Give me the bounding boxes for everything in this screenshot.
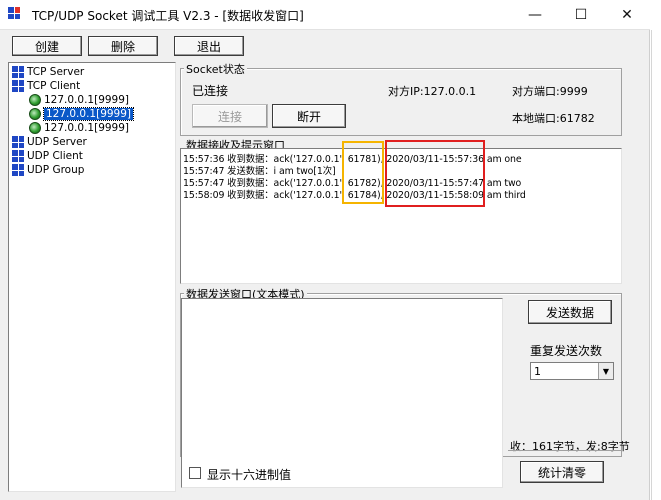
tree-item-label: UDP Client: [27, 150, 83, 162]
tree-item-label: TCP Client: [27, 80, 81, 92]
port-highlight-box: [342, 141, 384, 204]
disconnect-button[interactable]: 断开: [272, 104, 346, 128]
window-title: TCP/UDP Socket 调试工具 V2.3 - [数据收发窗口]: [32, 9, 304, 23]
maximize-icon: ☐: [574, 7, 588, 23]
chevron-down-icon[interactable]: ▼: [598, 363, 613, 379]
connection-globe-icon: [29, 108, 41, 120]
connection-tree[interactable]: TCP Server TCP Client 127.0.0.1[9999] 12…: [8, 62, 176, 492]
tree-item-tcp-client[interactable]: TCP Client: [12, 79, 80, 93]
app-icon: [8, 7, 20, 19]
close-icon: ✕: [621, 7, 633, 23]
remote-port: 对方端口:9999: [512, 85, 588, 98]
repeat-count-select[interactable]: 1 ▼: [530, 362, 614, 380]
network-grid-icon: [12, 136, 24, 148]
hex-display-checkbox[interactable]: [189, 467, 201, 479]
close-button[interactable]: ✕: [604, 0, 650, 30]
log-line: 15:57:47 发送数据：i am two[1次]: [183, 166, 336, 177]
tree-item-label: UDP Server: [27, 136, 87, 148]
repeat-count-label: 重复发送次数: [530, 344, 603, 358]
tree-item-label: 127.0.0.1[9999]: [44, 122, 130, 134]
delete-button[interactable]: 删除: [88, 36, 158, 56]
network-grid-icon: [12, 164, 24, 176]
connect-button[interactable]: 连接: [192, 104, 268, 128]
tree-item-label: TCP Server: [27, 66, 85, 78]
send-data-button[interactable]: 发送数据: [528, 300, 612, 324]
tree-item-tcp-server[interactable]: TCP Server: [12, 65, 84, 79]
tree-item-label: 127.0.0.1[9999]: [44, 94, 130, 106]
socket-status-title: Socket状态: [184, 61, 247, 77]
stats-divider: [508, 450, 622, 451]
tree-item-connection-2[interactable]: 127.0.0.1[9999]: [29, 107, 135, 121]
tree-item-connection-1[interactable]: 127.0.0.1[9999]: [29, 93, 129, 107]
tree-item-label-selected: 127.0.0.1[9999]: [42, 107, 135, 121]
network-grid-icon: [12, 80, 24, 92]
clear-stats-button[interactable]: 统计清零: [520, 461, 604, 483]
network-grid-icon: [12, 66, 24, 78]
connection-state: 已连接: [192, 84, 229, 98]
network-grid-icon: [12, 150, 24, 162]
maximize-button[interactable]: ☐: [558, 0, 604, 30]
minimize-icon: —: [528, 7, 542, 23]
background-window-edge: [651, 30, 661, 500]
app-window: TCP/UDP Socket 调试工具 V2.3 - [数据收发窗口] — ☐ …: [0, 0, 650, 500]
title-bar[interactable]: TCP/UDP Socket 调试工具 V2.3 - [数据收发窗口] — ☐ …: [0, 0, 650, 30]
create-button[interactable]: 创建: [12, 36, 82, 56]
repeat-count-value: 1: [534, 365, 541, 378]
send-textarea[interactable]: [181, 298, 503, 488]
hex-display-label: 显示十六进制值: [207, 468, 292, 482]
local-port: 本地端口:61782: [512, 112, 595, 125]
connection-globe-icon: [29, 122, 41, 134]
timestamp-highlight-box: [385, 140, 485, 207]
tree-item-udp-group[interactable]: UDP Group: [12, 163, 84, 177]
minimize-button[interactable]: —: [512, 0, 558, 30]
byte-stats: 收：161字节，发:8字节: [510, 440, 630, 453]
exit-button[interactable]: 退出: [174, 36, 244, 56]
connection-globe-icon: [29, 94, 41, 106]
tree-item-udp-server[interactable]: UDP Server: [12, 135, 87, 149]
tree-item-label: UDP Group: [27, 164, 85, 176]
tree-item-udp-client[interactable]: UDP Client: [12, 149, 83, 163]
remote-ip: 对方IP:127.0.0.1: [388, 85, 477, 98]
tree-item-connection-3[interactable]: 127.0.0.1[9999]: [29, 121, 129, 135]
